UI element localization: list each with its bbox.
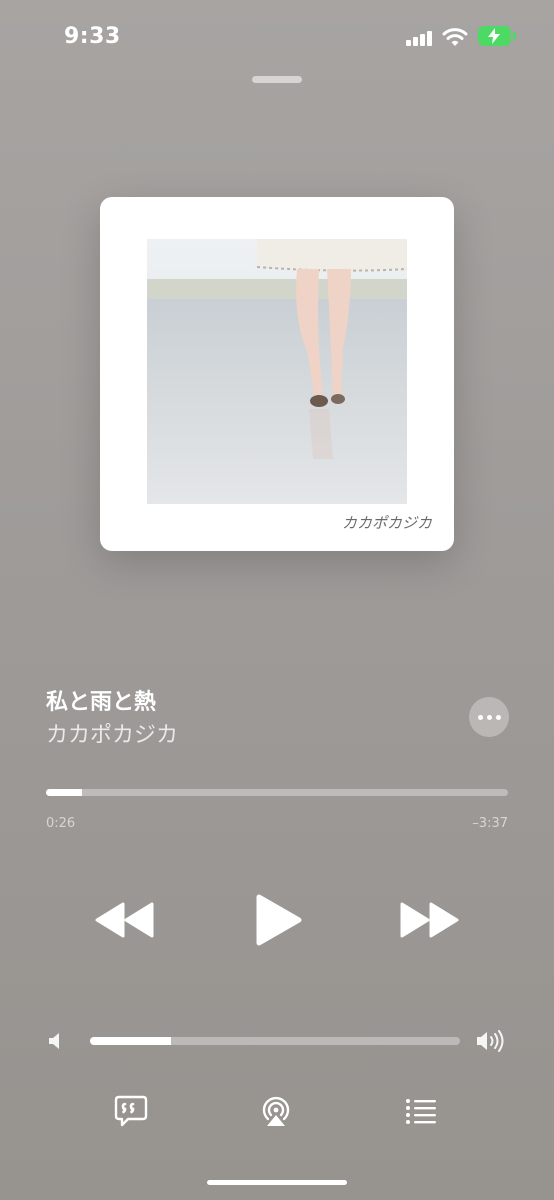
sheet-grabber[interactable] (252, 76, 302, 83)
song-artist[interactable]: カカポカジカ (46, 717, 178, 749)
fast-forward-icon[interactable] (399, 901, 459, 939)
elapsed-time: 0:26 (46, 816, 76, 831)
volume-high-icon (477, 1030, 504, 1052)
remaining-time: –3:37 (472, 816, 508, 831)
progress-scrubber[interactable] (46, 787, 508, 797)
home-indicator[interactable] (207, 1180, 347, 1185)
airplay-icon[interactable] (259, 1094, 293, 1128)
volume-fill (90, 1037, 172, 1045)
volume-slider[interactable] (90, 1036, 460, 1046)
album-art-text: カカポカジカ (341, 514, 432, 532)
status-time: 9:33 (64, 24, 121, 49)
signal-icon (406, 30, 434, 46)
rewind-icon[interactable] (95, 901, 155, 939)
more-options-button[interactable] (469, 697, 509, 737)
queue-icon[interactable] (404, 1094, 438, 1128)
volume-low-icon (49, 1033, 59, 1049)
battery-charging-icon (478, 26, 516, 46)
status-bar: 9:33 (0, 0, 554, 70)
lyrics-icon[interactable] (114, 1094, 148, 1128)
play-icon[interactable] (255, 893, 303, 947)
progress-track (46, 789, 508, 796)
song-title: 私と雨と熱 (46, 690, 157, 715)
album-photo (147, 239, 407, 504)
album-artwork: カカポカジカ (100, 197, 454, 551)
progress-fill (46, 789, 82, 796)
wifi-icon (442, 28, 468, 46)
